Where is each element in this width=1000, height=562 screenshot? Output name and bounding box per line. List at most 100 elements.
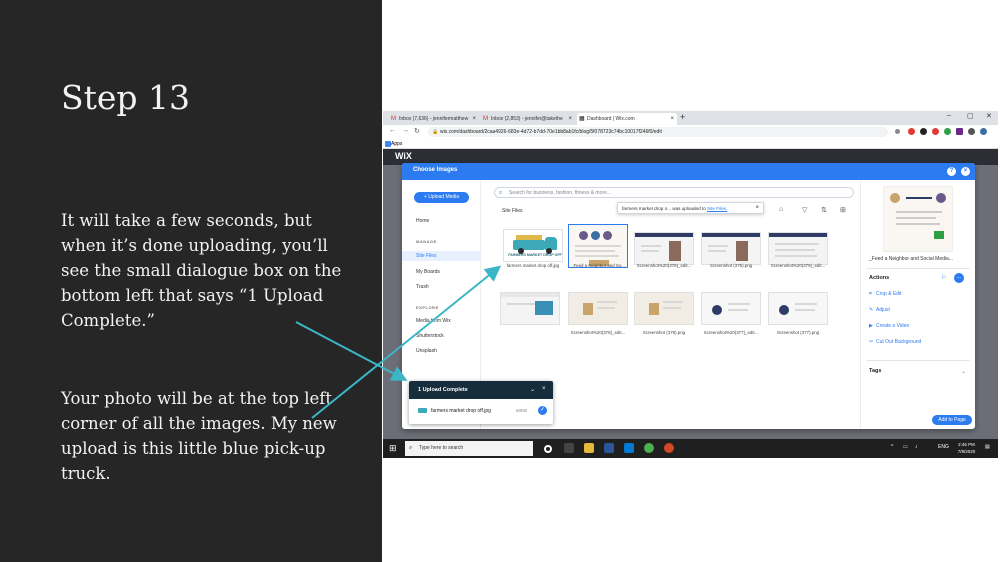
- sidebar-item-unsplash[interactable]: Unsplash: [416, 348, 437, 354]
- tab-gmail-2[interactable]: M Inbox (2,853) - jennifer@takethe ×: [481, 113, 575, 125]
- media-thumbnail[interactable]: [634, 232, 694, 265]
- action-adjust[interactable]: ✎ Adjust: [869, 307, 890, 313]
- puzzle-icon[interactable]: [968, 128, 975, 135]
- chevron-down-icon[interactable]: ⌄: [530, 386, 535, 393]
- tab-gmail-1[interactable]: M Inbox (7,636) - jennifermatthew ×: [389, 113, 479, 125]
- reload-icon[interactable]: ↻: [414, 127, 420, 135]
- extension-icon[interactable]: [920, 128, 927, 135]
- windows-taskbar: ⊞ ⌕ Type here to search ^ ▭ ♪ ENG 2:46 P…: [383, 439, 998, 458]
- forward-icon[interactable]: →: [402, 127, 409, 134]
- media-thumbnail-selected[interactable]: [568, 224, 628, 268]
- sidebar-item-shutterstock[interactable]: Shutterstock: [416, 333, 444, 339]
- upload-success-check-icon: ✓: [538, 406, 547, 415]
- tray-chevron-up-icon[interactable]: ^: [891, 444, 893, 450]
- tab-label: Inbox (7,636) - jennifermatthew: [399, 116, 469, 122]
- sidebar-item-site-files[interactable]: Site Files: [402, 251, 481, 261]
- truck-image-label: FARMERS MARKET DROP OFF: [508, 253, 562, 257]
- new-folder-icon[interactable]: ⌂: [779, 206, 783, 213]
- upload-dialog-header: 1 Upload Complete ⌄ ×: [409, 381, 553, 399]
- gmail-icon: M: [391, 116, 396, 122]
- modal-header: Choose Images ? ×: [402, 163, 975, 180]
- media-search-input[interactable]: ⌕ Search for business, fashion, fitness …: [494, 187, 854, 198]
- language-indicator[interactable]: ENG: [938, 444, 949, 450]
- close-tab-icon[interactable]: ×: [670, 113, 674, 125]
- thumbnail-caption: Screenshot%20(378)_edit...: [570, 330, 626, 335]
- notifications-icon[interactable]: ▤: [985, 444, 990, 450]
- extension-icon[interactable]: [944, 128, 951, 135]
- bookmark-apps[interactable]: Apps: [391, 139, 402, 149]
- media-thumbnail[interactable]: [768, 232, 828, 265]
- bookmarks-bar: Apps: [383, 139, 998, 149]
- bookmark-icon[interactable]: ⚐: [941, 274, 946, 281]
- url-field[interactable]: 🔒 wix.com/dashboard/2caa4926-683e-4d72-b…: [428, 127, 888, 137]
- add-to-page-button[interactable]: Add to Page: [932, 415, 972, 425]
- toast-close-icon[interactable]: ×: [755, 203, 759, 213]
- extension-icon[interactable]: [908, 128, 915, 135]
- media-thumbnail[interactable]: [634, 292, 694, 325]
- cortana-icon[interactable]: [544, 445, 552, 453]
- taskbar-clock[interactable]: 2:46 PM 7/9/2020: [954, 441, 979, 455]
- mail-icon[interactable]: [624, 443, 634, 453]
- close-tab-icon[interactable]: ×: [472, 113, 476, 125]
- thumbnail-caption: Screenshot (378).png: [642, 330, 686, 335]
- breadcrumb: Site Files: [502, 208, 523, 214]
- star-icon[interactable]: [895, 129, 900, 134]
- upload-complete-dialog: 1 Upload Complete ⌄ × farmers market dro…: [409, 381, 553, 424]
- search-icon: ⌕: [499, 190, 503, 196]
- action-crop-edit[interactable]: ⌗ Crop & Edit: [869, 291, 902, 297]
- sidebar-item-home[interactable]: Home: [416, 218, 429, 224]
- sidebar-item-trash[interactable]: Trash: [416, 284, 429, 290]
- media-thumbnail[interactable]: [500, 292, 560, 325]
- close-tab-icon[interactable]: ×: [568, 113, 572, 125]
- close-icon[interactable]: ×: [961, 167, 970, 176]
- tab-wix-dashboard[interactable]: ▦ Dashboard | Wix.com ×: [577, 113, 677, 125]
- back-icon[interactable]: ←: [389, 127, 396, 134]
- new-tab-button[interactable]: +: [680, 112, 685, 122]
- media-thumbnail[interactable]: [568, 292, 628, 325]
- media-thumbnail[interactable]: [701, 292, 761, 325]
- taskbar-search-input[interactable]: ⌕ Type here to search: [405, 441, 533, 456]
- filter-icon[interactable]: ▽: [802, 206, 807, 214]
- maximize-icon[interactable]: ▢: [967, 112, 974, 120]
- network-icon[interactable]: ▭: [903, 444, 908, 450]
- media-thumbnail[interactable]: [768, 292, 828, 325]
- windows-start-icon[interactable]: ⊞: [389, 444, 397, 453]
- extension-icon[interactable]: [956, 128, 963, 135]
- uploaded-file-thumbnail: [418, 408, 427, 413]
- sidebar-item-my-boards[interactable]: My Boards: [416, 269, 440, 275]
- window-close-icon[interactable]: ✕: [986, 112, 992, 120]
- chrome-icon[interactable]: [644, 443, 654, 453]
- powerpoint-icon[interactable]: [664, 443, 674, 453]
- tab-label: Inbox (2,853) - jennifer@takethe: [491, 116, 563, 122]
- media-thumbnail[interactable]: [701, 232, 761, 265]
- sidebar-section-explore: EXPLORE: [416, 305, 439, 310]
- grid-view-icon[interactable]: ⊞: [840, 206, 846, 214]
- sidebar-item-media-from-wix[interactable]: Media from Wix: [416, 318, 451, 324]
- help-icon[interactable]: ?: [947, 167, 956, 176]
- media-thumbnail-truck[interactable]: FARMERS MARKET DROP OFF: [503, 229, 563, 262]
- task-view-icon[interactable]: [564, 443, 574, 453]
- profile-avatar[interactable]: [980, 128, 987, 135]
- upload-dialog-title: 1 Upload Complete: [418, 387, 468, 393]
- action-create-video[interactable]: ▶ Create a Video: [869, 323, 909, 329]
- search-placeholder: Search for business, fashion, fitness & …: [509, 190, 611, 196]
- upload-media-button[interactable]: + Upload Media: [414, 192, 469, 203]
- minimize-icon[interactable]: –: [947, 112, 951, 119]
- divider: [867, 268, 970, 269]
- more-actions-button[interactable]: …: [954, 273, 964, 283]
- word-icon[interactable]: [604, 443, 614, 453]
- chevron-down-icon[interactable]: ⌄: [961, 368, 966, 375]
- action-cut-out-background[interactable]: ✂ Cut Out Background: [869, 339, 921, 345]
- extension-icon[interactable]: [932, 128, 939, 135]
- close-icon[interactable]: ×: [542, 386, 546, 392]
- uploaded-file-size: 60KB: [516, 408, 528, 413]
- thumbnail-caption: _Feed a Neighbor and So...: [571, 263, 625, 268]
- clock-time: 2:46 PM: [958, 442, 975, 447]
- toast-site-files-link[interactable]: Site Files.: [707, 206, 727, 211]
- instruction-paragraph-2: Your photo will be at the top left corne…: [61, 389, 337, 483]
- slide-title: Step 13: [61, 78, 191, 117]
- file-explorer-icon[interactable]: [584, 443, 594, 453]
- volume-icon[interactable]: ♪: [915, 444, 918, 450]
- thumbnail-caption: Screenshot%20(379)_edit...: [770, 263, 826, 268]
- sort-icon[interactable]: ⇅: [821, 206, 827, 214]
